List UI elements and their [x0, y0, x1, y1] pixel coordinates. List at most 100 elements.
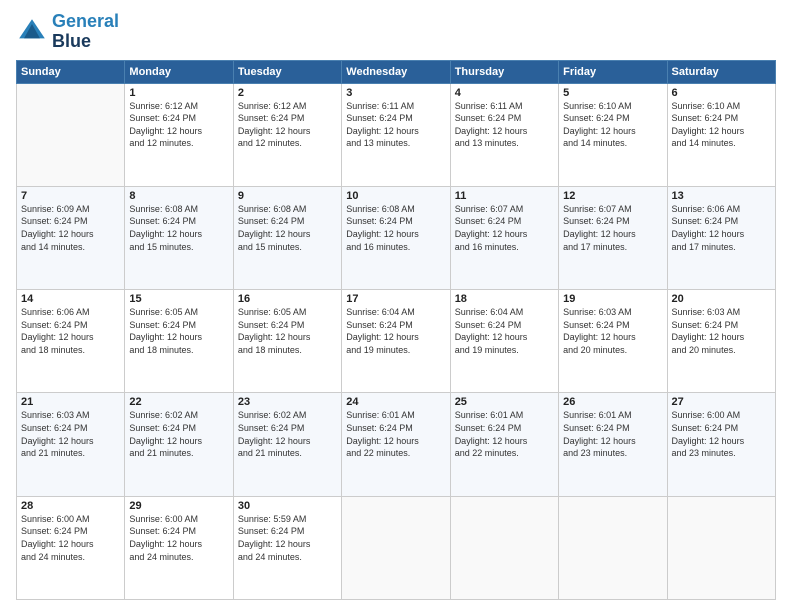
day-info: Sunrise: 6:12 AM Sunset: 6:24 PM Dayligh… — [238, 100, 337, 150]
calendar-cell: 22Sunrise: 6:02 AM Sunset: 6:24 PM Dayli… — [125, 393, 233, 496]
day-info: Sunrise: 6:11 AM Sunset: 6:24 PM Dayligh… — [455, 100, 554, 150]
day-info: Sunrise: 6:02 AM Sunset: 6:24 PM Dayligh… — [129, 409, 228, 459]
calendar-cell — [667, 496, 775, 599]
day-info: Sunrise: 6:02 AM Sunset: 6:24 PM Dayligh… — [238, 409, 337, 459]
calendar-cell — [342, 496, 450, 599]
calendar-cell: 23Sunrise: 6:02 AM Sunset: 6:24 PM Dayli… — [233, 393, 341, 496]
calendar-header-wednesday: Wednesday — [342, 60, 450, 83]
calendar-cell: 1Sunrise: 6:12 AM Sunset: 6:24 PM Daylig… — [125, 83, 233, 186]
day-number: 30 — [238, 500, 337, 512]
calendar-cell: 8Sunrise: 6:08 AM Sunset: 6:24 PM Daylig… — [125, 186, 233, 289]
calendar-header-saturday: Saturday — [667, 60, 775, 83]
day-info: Sunrise: 6:06 AM Sunset: 6:24 PM Dayligh… — [21, 306, 120, 356]
calendar-cell: 29Sunrise: 6:00 AM Sunset: 6:24 PM Dayli… — [125, 496, 233, 599]
day-info: Sunrise: 6:04 AM Sunset: 6:24 PM Dayligh… — [455, 306, 554, 356]
calendar-cell: 12Sunrise: 6:07 AM Sunset: 6:24 PM Dayli… — [559, 186, 667, 289]
day-number: 5 — [563, 87, 662, 99]
day-info: Sunrise: 6:11 AM Sunset: 6:24 PM Dayligh… — [346, 100, 445, 150]
day-info: Sunrise: 6:07 AM Sunset: 6:24 PM Dayligh… — [563, 203, 662, 253]
day-info: Sunrise: 6:05 AM Sunset: 6:24 PM Dayligh… — [129, 306, 228, 356]
day-info: Sunrise: 6:10 AM Sunset: 6:24 PM Dayligh… — [672, 100, 771, 150]
day-info: Sunrise: 6:00 AM Sunset: 6:24 PM Dayligh… — [21, 513, 120, 563]
day-number: 4 — [455, 87, 554, 99]
day-number: 19 — [563, 293, 662, 305]
day-number: 20 — [672, 293, 771, 305]
calendar-cell: 30Sunrise: 5:59 AM Sunset: 6:24 PM Dayli… — [233, 496, 341, 599]
day-info: Sunrise: 6:00 AM Sunset: 6:24 PM Dayligh… — [129, 513, 228, 563]
logo-icon — [16, 16, 48, 48]
logo-text: General Blue — [52, 12, 119, 52]
calendar-week-row: 28Sunrise: 6:00 AM Sunset: 6:24 PM Dayli… — [17, 496, 776, 599]
day-number: 28 — [21, 500, 120, 512]
calendar-header-thursday: Thursday — [450, 60, 558, 83]
day-number: 13 — [672, 190, 771, 202]
day-info: Sunrise: 6:03 AM Sunset: 6:24 PM Dayligh… — [563, 306, 662, 356]
calendar-cell: 2Sunrise: 6:12 AM Sunset: 6:24 PM Daylig… — [233, 83, 341, 186]
day-number: 27 — [672, 396, 771, 408]
day-info: Sunrise: 6:05 AM Sunset: 6:24 PM Dayligh… — [238, 306, 337, 356]
day-number: 7 — [21, 190, 120, 202]
day-info: Sunrise: 6:10 AM Sunset: 6:24 PM Dayligh… — [563, 100, 662, 150]
day-number: 16 — [238, 293, 337, 305]
calendar-cell: 10Sunrise: 6:08 AM Sunset: 6:24 PM Dayli… — [342, 186, 450, 289]
calendar-cell: 24Sunrise: 6:01 AM Sunset: 6:24 PM Dayli… — [342, 393, 450, 496]
calendar-header-monday: Monday — [125, 60, 233, 83]
day-info: Sunrise: 6:00 AM Sunset: 6:24 PM Dayligh… — [672, 409, 771, 459]
day-info: Sunrise: 6:09 AM Sunset: 6:24 PM Dayligh… — [21, 203, 120, 253]
day-info: Sunrise: 6:08 AM Sunset: 6:24 PM Dayligh… — [129, 203, 228, 253]
day-number: 14 — [21, 293, 120, 305]
calendar-cell: 17Sunrise: 6:04 AM Sunset: 6:24 PM Dayli… — [342, 290, 450, 393]
page: General Blue SundayMondayTuesdayWednesda… — [0, 0, 792, 612]
calendar-week-row: 21Sunrise: 6:03 AM Sunset: 6:24 PM Dayli… — [17, 393, 776, 496]
calendar-header-row: SundayMondayTuesdayWednesdayThursdayFrid… — [17, 60, 776, 83]
day-number: 15 — [129, 293, 228, 305]
day-info: Sunrise: 6:01 AM Sunset: 6:24 PM Dayligh… — [455, 409, 554, 459]
day-info: Sunrise: 6:04 AM Sunset: 6:24 PM Dayligh… — [346, 306, 445, 356]
calendar-cell: 9Sunrise: 6:08 AM Sunset: 6:24 PM Daylig… — [233, 186, 341, 289]
calendar-cell: 20Sunrise: 6:03 AM Sunset: 6:24 PM Dayli… — [667, 290, 775, 393]
calendar-cell: 7Sunrise: 6:09 AM Sunset: 6:24 PM Daylig… — [17, 186, 125, 289]
day-info: Sunrise: 6:03 AM Sunset: 6:24 PM Dayligh… — [21, 409, 120, 459]
day-info: Sunrise: 5:59 AM Sunset: 6:24 PM Dayligh… — [238, 513, 337, 563]
calendar-cell: 11Sunrise: 6:07 AM Sunset: 6:24 PM Dayli… — [450, 186, 558, 289]
calendar-header-tuesday: Tuesday — [233, 60, 341, 83]
calendar-cell: 25Sunrise: 6:01 AM Sunset: 6:24 PM Dayli… — [450, 393, 558, 496]
calendar-cell: 4Sunrise: 6:11 AM Sunset: 6:24 PM Daylig… — [450, 83, 558, 186]
day-number: 29 — [129, 500, 228, 512]
day-number: 11 — [455, 190, 554, 202]
day-number: 23 — [238, 396, 337, 408]
day-number: 12 — [563, 190, 662, 202]
day-info: Sunrise: 6:03 AM Sunset: 6:24 PM Dayligh… — [672, 306, 771, 356]
calendar-cell: 18Sunrise: 6:04 AM Sunset: 6:24 PM Dayli… — [450, 290, 558, 393]
calendar-cell: 14Sunrise: 6:06 AM Sunset: 6:24 PM Dayli… — [17, 290, 125, 393]
calendar-week-row: 1 Sunrise: 6:12 AM Sunset: 6:24 PM Daylig… — [17, 83, 776, 186]
day-info: Sunrise: 6:06 AM Sunset: 6:24 PM Dayligh… — [672, 203, 771, 253]
day-number: 17 — [346, 293, 445, 305]
calendar-cell: 16Sunrise: 6:05 AM Sunset: 6:24 PM Dayli… — [233, 290, 341, 393]
day-info: Sunrise: 6:08 AM Sunset: 6:24 PM Dayligh… — [238, 203, 337, 253]
calendar-cell: 3Sunrise: 6:11 AM Sunset: 6:24 PM Daylig… — [342, 83, 450, 186]
calendar-cell — [559, 496, 667, 599]
calendar-cell: 13Sunrise: 6:06 AM Sunset: 6:24 PM Dayli… — [667, 186, 775, 289]
day-number: 26 — [563, 396, 662, 408]
calendar-cell: 6Sunrise: 6:10 AM Sunset: 6:24 PM Daylig… — [667, 83, 775, 186]
header: General Blue — [16, 12, 776, 52]
logo: General Blue — [16, 12, 119, 52]
day-info: Sunrise: 6:08 AM Sunset: 6:24 PM Dayligh… — [346, 203, 445, 253]
day-number: 6 — [672, 87, 771, 99]
calendar-cell — [17, 83, 125, 186]
day-number: 21 — [21, 396, 120, 408]
calendar-week-row: 14Sunrise: 6:06 AM Sunset: 6:24 PM Dayli… — [17, 290, 776, 393]
day-number: 22 — [129, 396, 228, 408]
calendar-table: SundayMondayTuesdayWednesdayThursdayFrid… — [16, 60, 776, 600]
day-info: Sunrise: 6:01 AM Sunset: 6:24 PM Dayligh… — [346, 409, 445, 459]
calendar-header-friday: Friday — [559, 60, 667, 83]
day-number: 10 — [346, 190, 445, 202]
calendar-header-sunday: Sunday — [17, 60, 125, 83]
calendar-cell — [450, 496, 558, 599]
day-number: 1 — [129, 87, 228, 99]
calendar-week-row: 7Sunrise: 6:09 AM Sunset: 6:24 PM Daylig… — [17, 186, 776, 289]
day-number: 2 — [238, 87, 337, 99]
day-number: 25 — [455, 396, 554, 408]
day-number: 9 — [238, 190, 337, 202]
